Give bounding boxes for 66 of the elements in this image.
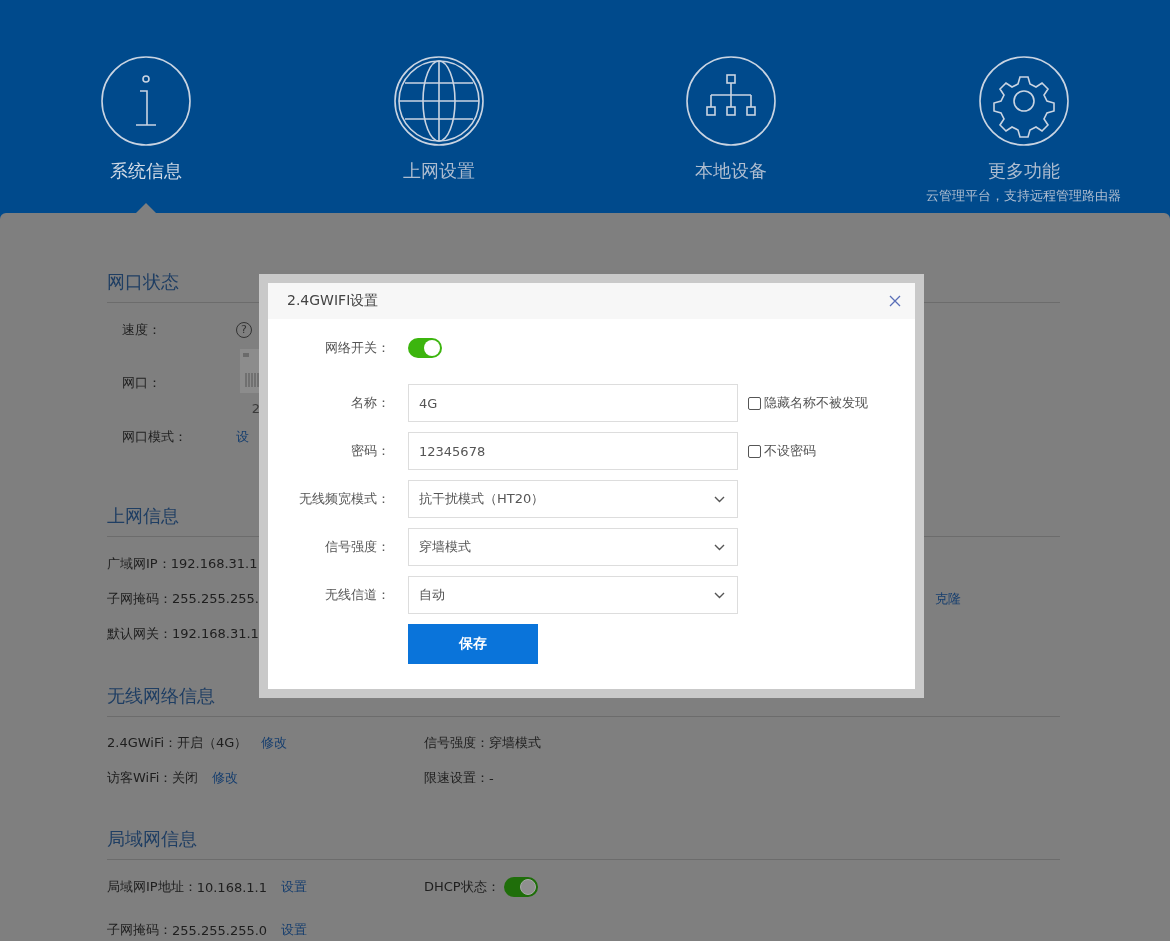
globe-icon[interactable] [392, 55, 485, 147]
settings-icon[interactable] [977, 55, 1070, 147]
field-value: 192.168.31.1 [172, 626, 259, 641]
field-label: DHCP状态： [424, 878, 500, 896]
input-field[interactable]: 12345678 [408, 432, 738, 470]
network-toggle[interactable] [408, 338, 442, 358]
field-label: 广域网IP： [107, 554, 171, 573]
nav-tab[interactable]: 本地设备 [695, 159, 768, 183]
field-label: 限速设置： [424, 769, 489, 787]
nav-subtitle: 云管理平台，支持远程管理路由器 [926, 187, 1122, 205]
nav-tab[interactable]: 上网设置 [402, 159, 475, 183]
edit-link[interactable]: 修改 [261, 734, 288, 752]
field-label: 子网掩码： [107, 589, 172, 608]
close-icon[interactable] [889, 295, 901, 307]
field-label: 访客WiFi： [107, 769, 173, 787]
field-label: 无线信道： [324, 586, 391, 604]
ethernet-port-icon [240, 349, 262, 393]
field-label: 信号强度： [324, 538, 391, 556]
settings-link[interactable]: 设置 [281, 878, 307, 896]
field-value: 穿墙模式 [489, 734, 541, 752]
dhcp-toggle[interactable] [503, 877, 538, 897]
nav-tab[interactable]: 系统信息 [110, 159, 183, 183]
field-label: 子网掩码： [107, 921, 172, 939]
chevron-down-icon [714, 591, 725, 599]
chevron-down-icon [714, 495, 725, 503]
field-value: 192.168.31.1 [170, 556, 258, 571]
dropdown[interactable]: 穿墙模式 [408, 528, 738, 566]
field-label: 网络开关： [324, 339, 391, 357]
field-value: 关闭 [172, 769, 199, 787]
field-value: 开启（4G） [177, 734, 248, 752]
network-tree-icon[interactable] [685, 55, 778, 147]
section-title: 局域网信息 [107, 827, 197, 851]
section-title: 上网信息 [107, 504, 179, 528]
field-label: 网口： [122, 373, 162, 392]
field-label: 局域网IP地址： [107, 878, 197, 896]
info-icon[interactable] [100, 55, 193, 147]
field-label: 2.4GWiFi： [107, 734, 178, 752]
checkbox-label: 隐藏名称不被发现 [764, 394, 868, 412]
input-field[interactable]: 4G [408, 384, 738, 422]
checkbox[interactable] [748, 396, 761, 410]
checkbox[interactable] [748, 444, 761, 458]
dialog-title: 2.4GWIFI设置 [287, 292, 379, 310]
field-value: 255.255.255. [172, 591, 259, 606]
section-title: 无线网络信息 [107, 684, 215, 708]
settings-link[interactable]: 设 [236, 428, 249, 446]
dropdown[interactable]: 抗干扰模式（HT20） [408, 480, 738, 518]
field-value: 10.168.1.1 [196, 879, 267, 895]
nav-tab[interactable]: 更多功能 [987, 159, 1060, 183]
field-label: 名称： [350, 394, 391, 412]
field-label: 速度： [122, 321, 162, 339]
field-label: 网口模式： [122, 428, 188, 446]
save-button[interactable]: 保存 [408, 624, 538, 664]
clone-link[interactable]: 克隆 [935, 589, 961, 608]
dropdown[interactable]: 自动 [408, 576, 738, 614]
field-label: 信号强度： [424, 734, 489, 752]
field-label: 默认网关： [107, 624, 172, 643]
settings-link[interactable]: 设置 [281, 921, 308, 939]
field-label: 无线频宽模式： [298, 490, 391, 508]
field-label: 密码： [350, 442, 391, 460]
field-value: 255.255.255.0 [172, 922, 268, 938]
section-title: 网口状态 [107, 270, 179, 294]
checkbox-label: 不设密码 [764, 442, 816, 460]
edit-link[interactable]: 修改 [212, 769, 239, 787]
port-number: 2 [251, 401, 260, 416]
field-value: - [489, 770, 494, 786]
chevron-down-icon [714, 543, 725, 551]
